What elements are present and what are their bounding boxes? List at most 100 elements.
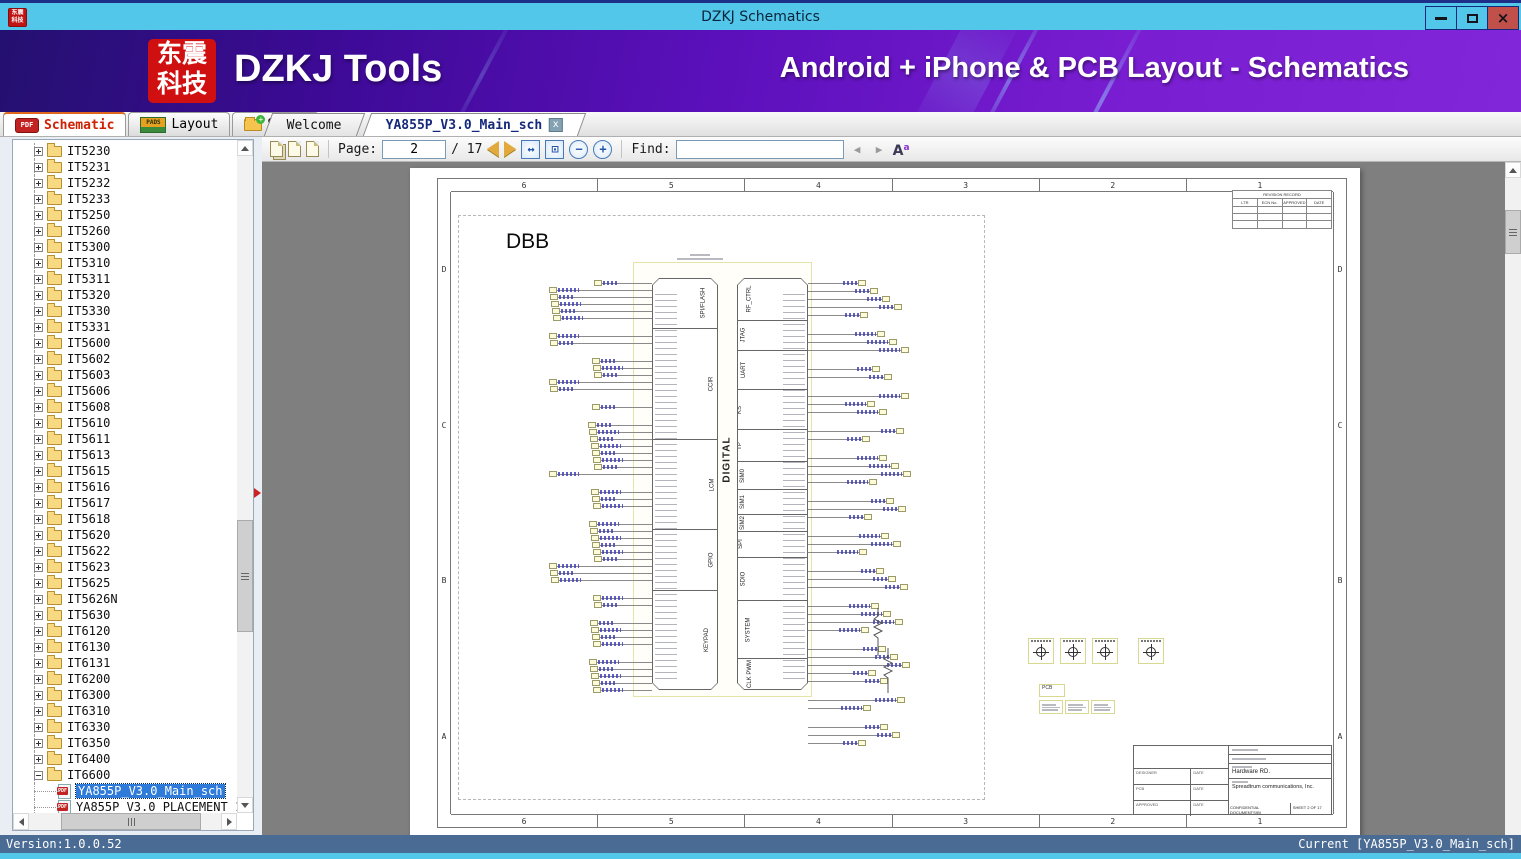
tree-folder-item[interactable]: IT5231 (13, 158, 236, 175)
collapse-minus-icon[interactable] (34, 770, 43, 780)
tree-folder-item[interactable]: IT6120 (13, 622, 236, 639)
expand-plus-icon[interactable] (34, 594, 43, 604)
expand-plus-icon[interactable] (34, 530, 43, 540)
expand-plus-icon[interactable] (34, 242, 43, 252)
previous-page-arrow-icon[interactable] (487, 141, 500, 157)
expand-plus-icon[interactable] (34, 498, 43, 508)
expand-plus-icon[interactable] (34, 658, 43, 668)
last-page-icon[interactable] (306, 141, 319, 157)
tree-folder-item[interactable]: IT5610 (13, 414, 236, 431)
tree-folder-item[interactable]: IT5232 (13, 174, 236, 191)
tree-folder-item[interactable]: IT5331 (13, 318, 236, 335)
first-page-icon[interactable] (288, 141, 301, 157)
scroll-down-button[interactable] (237, 797, 253, 813)
expand-plus-icon[interactable] (34, 514, 43, 524)
expand-plus-icon[interactable] (34, 418, 43, 428)
tree-folder-item[interactable]: IT5617 (13, 494, 236, 511)
zoom-in-button[interactable]: + (593, 139, 613, 159)
tree-folder-item[interactable]: IT6400 (13, 750, 236, 767)
minimize-button[interactable] (1425, 6, 1457, 30)
expand-plus-icon[interactable] (34, 178, 43, 188)
scroll-up-button[interactable] (237, 140, 253, 156)
viewer-vscroll-thumb[interactable] (1505, 210, 1521, 254)
close-button[interactable]: × (1487, 6, 1519, 30)
tree-horizontal-scrollbar[interactable] (13, 813, 237, 830)
expand-plus-icon[interactable] (34, 546, 43, 556)
tree-folder-item[interactable]: IT5230 (13, 142, 236, 159)
expand-plus-icon[interactable] (34, 610, 43, 620)
splitter-collapse-arrow[interactable] (254, 488, 261, 498)
tree-folder-item[interactable]: IT5260 (13, 222, 236, 239)
expand-plus-icon[interactable] (34, 722, 43, 732)
tree-folder-item-expanded[interactable]: IT6600 (13, 766, 236, 783)
doc-tab-close-icon[interactable]: x (548, 118, 563, 132)
tab-layout[interactable]: Layout (128, 112, 231, 136)
viewer-vertical-scrollbar[interactable] (1505, 162, 1521, 835)
tree-folder-item[interactable]: IT6131 (13, 654, 236, 671)
tree-folder-item[interactable]: IT5300 (13, 238, 236, 255)
tab-schematic[interactable]: PDF Schematic (3, 112, 127, 136)
tree-folder-item[interactable]: IT5626N (13, 590, 236, 607)
tree-folder-item[interactable]: IT5608 (13, 398, 236, 415)
tree-folder-item[interactable]: IT5616 (13, 478, 236, 495)
find-previous-icon[interactable]: ◀ (849, 141, 866, 157)
tree-folder-item[interactable]: IT5623 (13, 558, 236, 575)
find-next-icon[interactable]: ▶ (871, 141, 888, 157)
tree-folder-item[interactable]: IT5310 (13, 254, 236, 271)
expand-plus-icon[interactable] (34, 754, 43, 764)
expand-plus-icon[interactable] (34, 642, 43, 652)
expand-plus-icon[interactable] (34, 162, 43, 172)
expand-plus-icon[interactable] (34, 738, 43, 748)
schematic-page[interactable]: 6 5 4 3 2 1 6 5 4 3 2 1 D C B A D C B A … (410, 168, 1360, 835)
expand-plus-icon[interactable] (34, 482, 43, 492)
doc-tab-welcome[interactable]: Welcome (263, 113, 365, 136)
tree-folder-item[interactable]: IT5622 (13, 542, 236, 559)
tree-folder-item[interactable]: IT6330 (13, 718, 236, 735)
tree-folder-item[interactable]: IT5620 (13, 526, 236, 543)
expand-plus-icon[interactable] (34, 690, 43, 700)
expand-plus-icon[interactable] (34, 290, 43, 300)
tree-folder-item[interactable]: IT5250 (13, 206, 236, 223)
expand-plus-icon[interactable] (34, 674, 43, 684)
maximize-button[interactable] (1456, 6, 1488, 30)
expand-plus-icon[interactable] (34, 706, 43, 716)
expand-plus-icon[interactable] (34, 210, 43, 220)
next-page-arrow-icon[interactable] (504, 141, 517, 157)
expand-plus-icon[interactable] (34, 386, 43, 396)
document-canvas[interactable]: 6 5 4 3 2 1 6 5 4 3 2 1 D C B A D C B A … (262, 162, 1521, 835)
expand-plus-icon[interactable] (34, 146, 43, 156)
tree-folder-item[interactable]: IT5603 (13, 366, 236, 383)
tree-folder-item[interactable]: IT5625 (13, 574, 236, 591)
expand-plus-icon[interactable] (34, 258, 43, 268)
fit-width-button[interactable]: ↔ (521, 139, 541, 159)
viewer-scroll-up-button[interactable] (1505, 162, 1521, 178)
tree-folder-item[interactable]: IT5611 (13, 430, 236, 447)
fit-page-button[interactable]: ⊡ (545, 139, 565, 159)
expand-plus-icon[interactable] (34, 562, 43, 572)
tree-folder-item[interactable]: IT6130 (13, 638, 236, 655)
copy-page-icon[interactable] (270, 141, 283, 157)
expand-plus-icon[interactable] (34, 626, 43, 636)
expand-plus-icon[interactable] (34, 402, 43, 412)
tree-folder-item[interactable]: IT5606 (13, 382, 236, 399)
expand-plus-icon[interactable] (34, 354, 43, 364)
tree-folder-item[interactable]: IT6300 (13, 686, 236, 703)
expand-plus-icon[interactable] (34, 226, 43, 236)
expand-plus-icon[interactable] (34, 338, 43, 348)
expand-plus-icon[interactable] (34, 322, 43, 332)
scroll-left-button[interactable] (13, 813, 29, 830)
tree-folder-item[interactable]: IT6200 (13, 670, 236, 687)
doc-tab-main-sch[interactable]: YA855P_V3.0_Main_sch x (362, 113, 586, 136)
tree-folder-item[interactable]: IT5618 (13, 510, 236, 527)
tree-vscroll-thumb[interactable] (237, 520, 253, 632)
tree-folder-item[interactable]: IT5330 (13, 302, 236, 319)
expand-plus-icon[interactable] (34, 434, 43, 444)
expand-plus-icon[interactable] (34, 370, 43, 380)
match-case-icon[interactable]: Aa (893, 140, 910, 159)
tree-vertical-scrollbar[interactable] (237, 140, 253, 813)
find-input[interactable] (675, 139, 844, 159)
expand-plus-icon[interactable] (34, 450, 43, 460)
tree-folder-item[interactable]: IT5630 (13, 606, 236, 623)
tree-folder-item[interactable]: IT5600 (13, 334, 236, 351)
tree-hscroll-thumb[interactable] (61, 813, 201, 830)
